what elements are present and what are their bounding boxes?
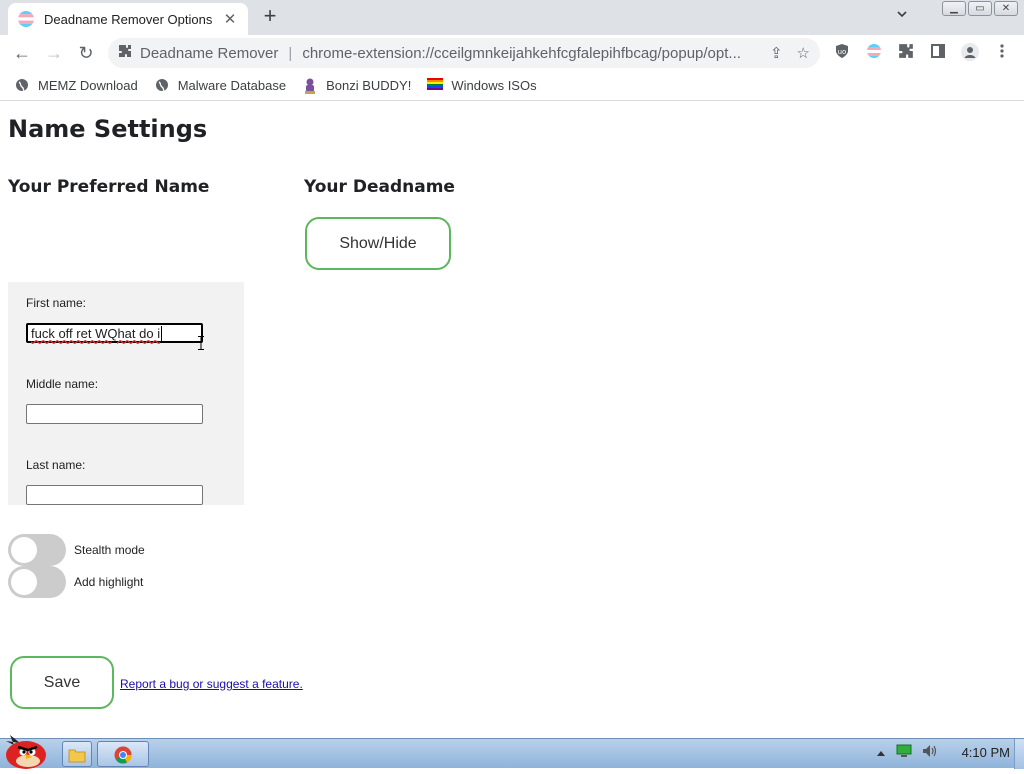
taskbar: 4:10 PM [0, 735, 1024, 769]
trans-flag-icon[interactable] [864, 43, 884, 63]
site-name: Deadname Remover [140, 44, 279, 62]
first-name-input[interactable]: fuck off ret WQhat do i [26, 323, 203, 343]
bookmark-label: Bonzi BUDDY! [326, 78, 412, 93]
globe-icon [154, 78, 170, 94]
tray-arrow-icon[interactable] [876, 746, 886, 760]
rainbow-flag-icon [427, 77, 444, 94]
chrome-taskbar-button[interactable] [97, 741, 149, 767]
add-highlight-toggle[interactable] [8, 566, 66, 598]
page-title: Name Settings [8, 115, 208, 143]
ublock-icon[interactable]: uo [832, 43, 852, 63]
window-controls: ▁ ▭ ✕ [942, 1, 1018, 16]
reload-button[interactable]: ↻ [75, 42, 97, 64]
close-window-button[interactable]: ✕ [994, 1, 1018, 16]
minimize-button[interactable]: ▁ [942, 1, 966, 16]
tab-title: Deadname Remover Options [44, 11, 213, 27]
options-page: Name Settings Your Preferred Name Your D… [0, 102, 1024, 738]
first-name-label: First name: [26, 296, 87, 310]
extensions-puzzle-icon[interactable] [896, 43, 916, 63]
browser-toolbar: ← → ↻ Deadname Remover | chrome-extensio… [0, 35, 1024, 71]
preferred-name-form: First name: fuck off ret WQhat do i Midd… [8, 282, 244, 505]
address-bar[interactable]: Deadname Remover | chrome-extension://cc… [108, 38, 820, 68]
show-hide-button[interactable]: Show/Hide [305, 217, 451, 270]
share-icon[interactable]: ⇪ [770, 44, 783, 62]
bookmark-star-icon[interactable]: ☆ [797, 44, 810, 62]
bonzi-icon [302, 78, 318, 94]
tab-close-icon[interactable]: ✕ [222, 10, 238, 28]
stealth-mode-label: Stealth mode [74, 543, 145, 557]
profile-icon[interactable] [960, 43, 980, 63]
menu-icon[interactable] [992, 43, 1012, 63]
last-name-input[interactable] [26, 485, 203, 505]
tab-strip: Deadname Remover Options ✕ + ▁ ▭ ✕ [0, 0, 1024, 35]
ibeam-cursor-icon [198, 336, 204, 355]
stealth-mode-row: Stealth mode [8, 534, 145, 566]
globe-icon [14, 78, 30, 94]
puzzle-icon [118, 44, 132, 62]
show-desktop-button[interactable] [1014, 739, 1024, 769]
bookmark-windows-isos[interactable]: Windows ISOs [427, 77, 537, 94]
system-tray: 4:10 PM [876, 744, 1010, 761]
url-text[interactable]: chrome-extension://cceilgmnkeijahkehfcgf… [302, 45, 756, 62]
bookmark-bonzi-buddy[interactable]: Bonzi BUDDY! [302, 78, 411, 94]
bookmark-malware-database[interactable]: Malware Database [154, 78, 286, 94]
side-panel-icon[interactable] [928, 43, 948, 63]
bookmark-memz[interactable]: MEMZ Download [14, 78, 138, 94]
bookmarks-bar: MEMZ Download Malware Database Bonzi BUD… [0, 71, 1024, 101]
add-highlight-label: Add highlight [74, 575, 144, 589]
tab-deadname-options[interactable]: Deadname Remover Options ✕ [8, 3, 248, 35]
bookmark-label: Malware Database [177, 78, 287, 93]
middle-name-input[interactable] [26, 404, 203, 424]
middle-name-label: Middle name: [26, 377, 99, 391]
bookmark-label: Windows ISOs [451, 78, 537, 93]
volume-icon[interactable] [922, 744, 938, 761]
first-name-value: fuck off ret WQhat do i [31, 326, 161, 341]
trans-flag-circle-icon [18, 11, 34, 27]
preferred-name-heading: Your Preferred Name [8, 177, 210, 197]
report-bug-link[interactable]: Report a bug or suggest a feature. [120, 677, 303, 691]
explorer-icon[interactable] [62, 741, 92, 767]
maximize-button[interactable]: ▭ [968, 1, 992, 16]
forward-button[interactable]: → [43, 42, 65, 64]
angry-bird-start-icon[interactable] [2, 731, 48, 769]
taskbar-clock: 4:10 PM [961, 745, 1010, 760]
text-cursor [161, 326, 163, 341]
save-button[interactable]: Save [10, 656, 114, 709]
deadname-heading: Your Deadname [304, 177, 455, 197]
new-tab-button[interactable]: + [259, 5, 281, 27]
back-button[interactable]: ← [11, 42, 33, 64]
last-name-label: Last name: [26, 458, 86, 472]
bookmark-label: MEMZ Download [38, 78, 138, 93]
network-icon[interactable] [896, 744, 912, 761]
svg-text:uo: uo [838, 48, 847, 56]
add-highlight-row: Add highlight [8, 566, 143, 598]
chrome-icon [114, 746, 132, 771]
url-separator: | [288, 44, 293, 62]
tab-search-icon[interactable] [896, 8, 908, 23]
stealth-mode-toggle[interactable] [8, 534, 66, 566]
